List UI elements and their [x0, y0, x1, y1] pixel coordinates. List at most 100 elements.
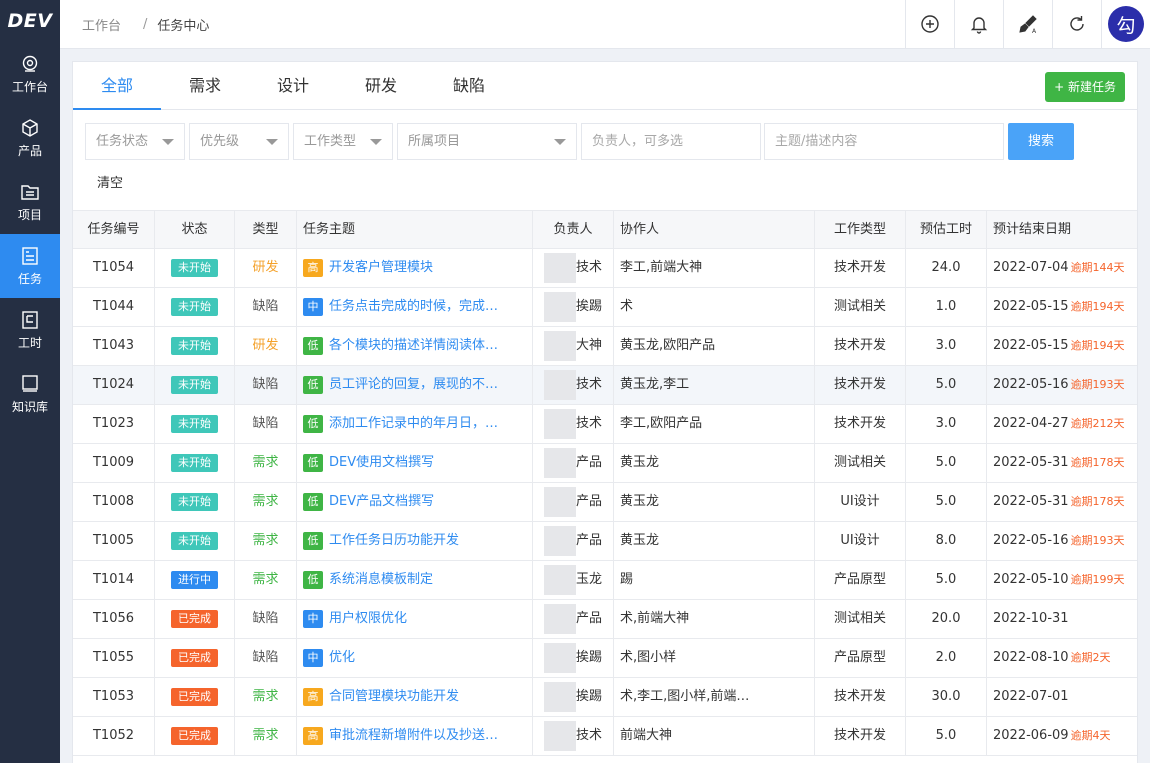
table-row[interactable]: T1044 未开始 缺陷中任务点击完成的时候，完成… 挨踢术测试相关 1.0 2022-0…: [73, 288, 1137, 327]
column-header[interactable]: 任务主题: [297, 211, 533, 249]
work-type-select[interactable]: 工作类型: [293, 123, 393, 160]
status-cell: 已完成: [155, 639, 235, 677]
refresh-button[interactable]: [1052, 0, 1101, 48]
task-type: 研发: [235, 327, 297, 365]
table-row[interactable]: T1024 未开始 缺陷低员工评论的回复，展现的不… 技术 黄玉龙,李工 技术开发 5.0 2…: [73, 366, 1137, 405]
assignee-input[interactable]: [581, 123, 761, 160]
table-row[interactable]: T1054 未开始 研发高开发客户管理模块 技术 李工,前端大神 技术开发 24.0 2022…: [73, 249, 1137, 288]
subject-cell: 低工作任务日历功能开发: [297, 522, 533, 560]
task-subject-link[interactable]: 开发客户管理模块: [329, 260, 433, 275]
task-subject-link[interactable]: 添加工作记录中的年月日，…: [329, 416, 498, 431]
table-row[interactable]: T1055 已完成 缺陷中优化 挨踢 术,图小样 产品原型 2.0 2022-08-10 逾期2…: [73, 639, 1137, 678]
estimated-hours: 8.0: [906, 522, 987, 560]
task-subject-link[interactable]: DEV使用文档撰写: [329, 455, 434, 470]
estimated-hours: 5.0: [906, 444, 987, 482]
redacted-block: [543, 447, 576, 478]
assignee-cell: 大神: [533, 327, 614, 365]
table-row[interactable]: T1005 未开始 需求低工作任务日历功能开发 产品 黄玉龙 UI设计 8.0 2022-05…: [73, 522, 1137, 561]
refresh-icon: [1070, 16, 1084, 31]
subject-search-input[interactable]: [764, 123, 1004, 160]
tab-design[interactable]: 设计: [249, 62, 337, 110]
column-header[interactable]: 预估工时: [906, 211, 987, 249]
new-task-button[interactable]: + 新建任务: [1045, 72, 1125, 102]
task-type: 需求: [235, 678, 297, 716]
avatar[interactable]: 勾: [1108, 6, 1144, 42]
assignee-cell: 技术: [533, 249, 614, 287]
table-row[interactable]: T1023 未开始 缺陷低添加工作记录中的年月日，… 技术 李工,欧阳产品 技术开发 3.0…: [73, 405, 1137, 444]
status-badge: 已完成: [171, 648, 218, 667]
subject-cell: 高开发客户管理模块: [297, 249, 533, 287]
sidebar-item-project[interactable]: 项目: [0, 170, 60, 234]
column-header[interactable]: 类型: [235, 211, 297, 249]
tab-requirement[interactable]: 需求: [161, 62, 249, 110]
notifications-button[interactable]: [954, 0, 1003, 48]
redacted-block: [543, 330, 576, 361]
task-subject-link[interactable]: 合同管理模块功能开发: [329, 689, 459, 704]
priority-select[interactable]: 优先级: [189, 123, 289, 160]
user-menu[interactable]: 勾: [1101, 0, 1150, 48]
task-id: T1008: [73, 483, 155, 521]
status-badge: 未开始: [171, 336, 218, 355]
breadcrumb: 工作台 / 任务中心: [82, 0, 209, 48]
column-header[interactable]: 预计结束日期: [987, 211, 1137, 249]
table-row[interactable]: T1053 已完成 需求高合同管理模块功能开发 挨踢 术,李工,图小样,前端… 技术开发 3…: [73, 678, 1137, 717]
status-badge: 未开始: [171, 297, 218, 316]
sidebar-item-dashboard[interactable]: 工作台: [0, 42, 60, 106]
task-subject-link[interactable]: 审批流程新增附件以及抄送…: [329, 728, 498, 743]
estimated-hours: 20.0: [906, 600, 987, 638]
task-id: T1043: [73, 327, 155, 365]
status-badge: 已完成: [171, 609, 218, 628]
tab-all[interactable]: 全部: [73, 62, 161, 110]
sidebar-item-product[interactable]: 产品: [0, 106, 60, 170]
clear-button[interactable]: 清空: [97, 172, 123, 191]
status-select[interactable]: 任务状态: [85, 123, 185, 160]
task-subject-link[interactable]: 员工评论的回复，展现的不…: [329, 377, 498, 392]
tab-development[interactable]: 研发: [337, 62, 425, 110]
redacted-block: [543, 681, 576, 712]
end-date: 2022-10-31: [993, 611, 1069, 626]
bell-icon: [970, 17, 988, 34]
table-row[interactable]: T1014 进行中 需求低系统消息模板制定 玉龙踢产品原型 5.0 2022-05-10 逾…: [73, 561, 1137, 600]
theme-button[interactable]: A: [1003, 0, 1052, 48]
column-header[interactable]: 协作人: [614, 211, 815, 249]
task-subject-link[interactable]: 用户权限优化: [329, 611, 407, 626]
work-type: 技术开发: [815, 327, 906, 365]
overdue-label: 逾期193天: [1070, 378, 1125, 391]
table-row[interactable]: T1009 未开始 需求低 DEV使用文档撰写 产品 黄玉龙 测试相关 5.0 2022-05-…: [73, 444, 1137, 483]
table-row[interactable]: T1008 未开始 需求低 DEV产品文档撰写 产品 黄玉龙 UI设计 5.0 2022-05-…: [73, 483, 1137, 522]
assignee-cell: 技术: [533, 717, 614, 755]
task-subject-link[interactable]: 工作任务日历功能开发: [329, 533, 459, 548]
sidebar-item-timesheet[interactable]: 工时: [0, 298, 60, 362]
priority-badge: 中: [303, 610, 323, 628]
sidebar-item-task[interactable]: 任务: [0, 234, 60, 298]
task-subject-link[interactable]: DEV产品文档撰写: [329, 494, 434, 509]
redacted-block: [543, 564, 576, 595]
status-badge: 进行中: [171, 570, 218, 589]
tab-defect[interactable]: 缺陷: [425, 62, 513, 110]
column-header[interactable]: 状态: [155, 211, 235, 249]
app-logo[interactable]: DEV: [0, 0, 60, 42]
sidebar-item-knowledge[interactable]: 知识库: [0, 362, 60, 426]
task-id: T1055: [73, 639, 155, 677]
table-row[interactable]: T1043 未开始 研发低各个模块的描述详情阅读体… 大神 黄玉龙,欧阳产品 技术开发 3.…: [73, 327, 1137, 366]
column-header[interactable]: 负责人: [533, 211, 614, 249]
chevron-down-icon: [162, 139, 174, 145]
task-subject-link[interactable]: 系统消息模板制定: [329, 572, 433, 587]
add-button[interactable]: [905, 0, 954, 48]
table-row[interactable]: T1052 已完成 需求高审批流程新增附件以及抄送… 技术 前端大神 技术开发 5.0 202…: [73, 717, 1137, 756]
priority-badge: 低: [303, 337, 323, 355]
task-subject-link[interactable]: 任务点击完成的时候，完成…: [329, 299, 498, 314]
task-subject-link[interactable]: 优化: [329, 650, 355, 665]
estimated-hours: 5.0: [906, 561, 987, 599]
status-cell: 未开始: [155, 405, 235, 443]
add-circle-icon: [921, 15, 939, 33]
column-header[interactable]: 任务编号: [73, 211, 155, 249]
end-date-cell: 2022-05-31 逾期178天: [987, 483, 1137, 521]
subject-cell: 低 DEV使用文档撰写: [297, 444, 533, 482]
project-select[interactable]: 所属项目: [397, 123, 577, 160]
breadcrumb-home[interactable]: 工作台: [82, 15, 121, 34]
search-button[interactable]: 搜索: [1008, 123, 1074, 160]
task-subject-link[interactable]: 各个模块的描述详情阅读体…: [329, 338, 498, 353]
column-header[interactable]: 工作类型: [815, 211, 906, 249]
table-row[interactable]: T1056 已完成 缺陷中用户权限优化 产品 术,前端大神 测试相关 20.0 2022-10…: [73, 600, 1137, 639]
